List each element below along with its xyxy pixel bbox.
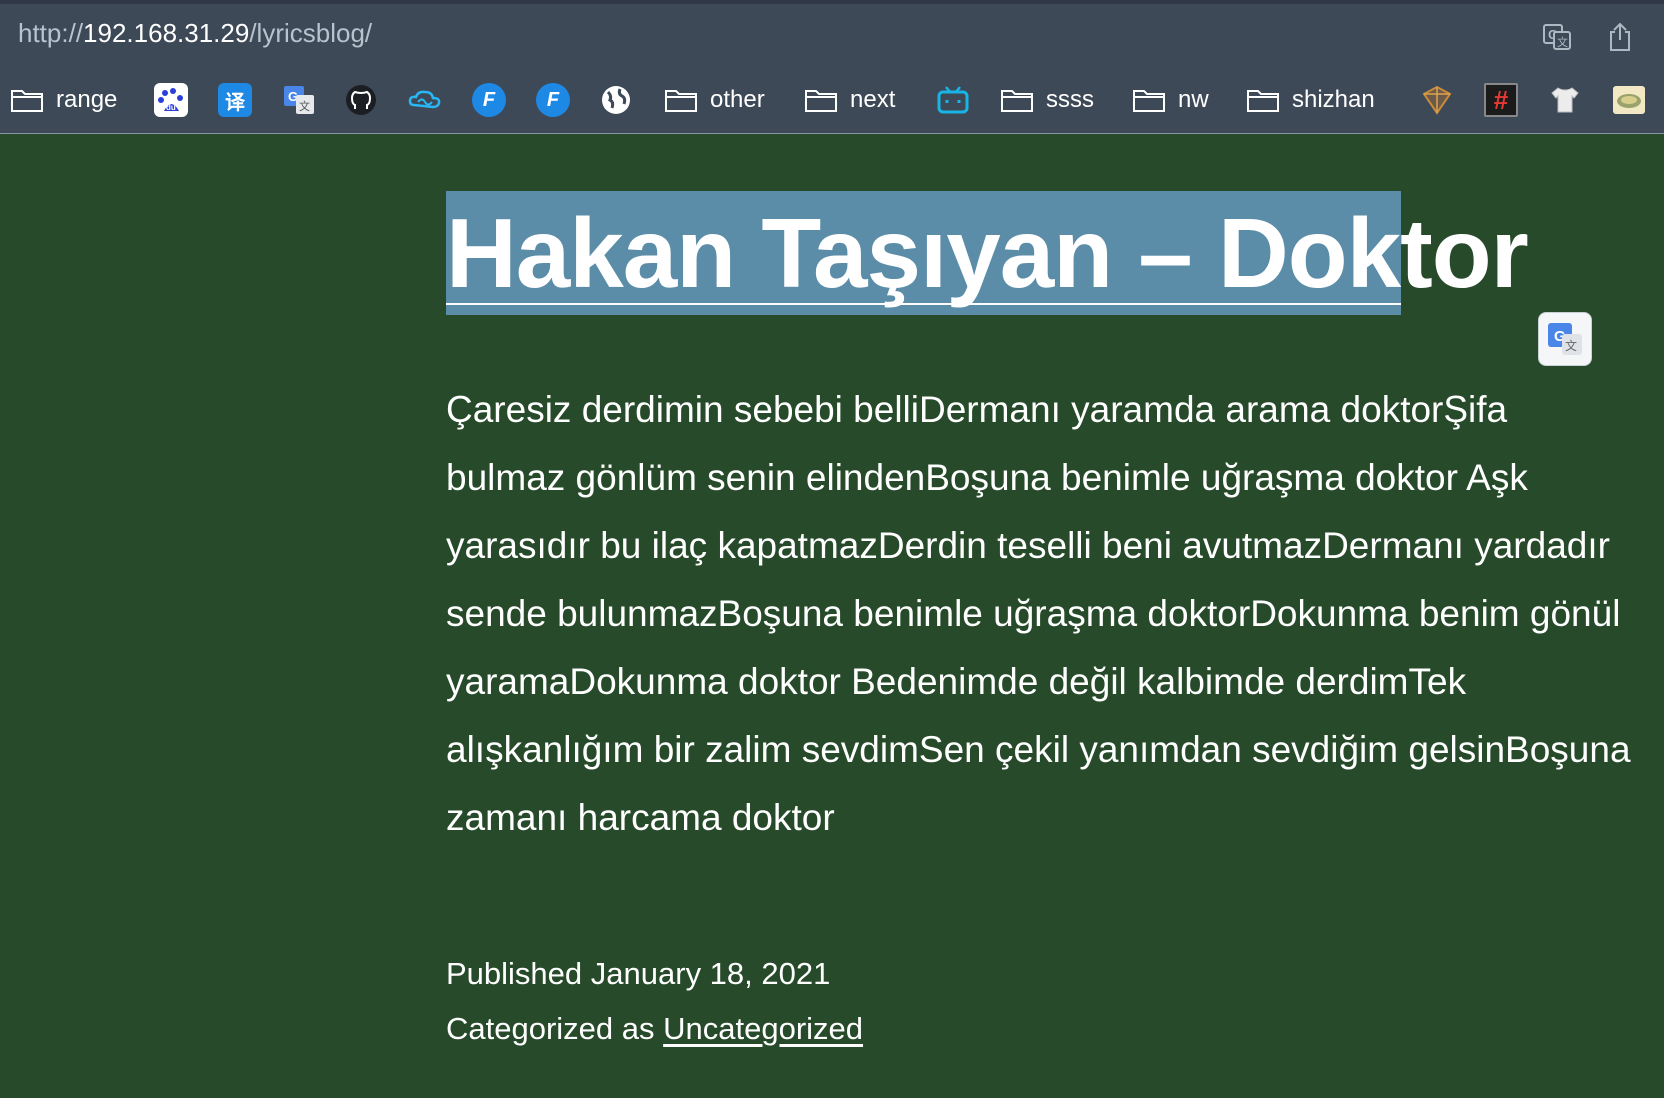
categorized-label: Categorized as [446, 1011, 655, 1046]
post-category: Categorized as Uncategorized [446, 1011, 863, 1047]
github-icon [346, 85, 376, 115]
shirt-icon [1551, 87, 1579, 113]
url-text[interactable]: http://192.168.31.29/lyricsblog/ [18, 18, 372, 49]
lyrics-text: Çaresiz derdimin sebebi belliDermanı yar… [446, 389, 1631, 838]
bookmark-label: ssss [1046, 86, 1094, 113]
image-thumb-icon [1613, 86, 1645, 114]
bookmark-hash[interactable]: # [1484, 80, 1518, 120]
svg-text:文: 文 [1565, 338, 1577, 353]
post-published: Published January 18, 2021 [446, 956, 830, 992]
url-host: 192.168.31.29 [83, 18, 250, 48]
bilibili-icon [937, 86, 969, 114]
bookmark-f-logo-2[interactable]: F [536, 80, 570, 120]
published-date: January 18, 2021 [590, 956, 831, 991]
bookmark-bilibili[interactable] [936, 80, 970, 120]
page-title[interactable]: Hakan Taşıyan – Doktor [446, 198, 1529, 308]
folder-icon [665, 90, 697, 112]
bookmark-label: nw [1178, 86, 1209, 113]
bookmark-cloud[interactable] [408, 80, 442, 120]
bookmark-folder-next[interactable]: next [804, 80, 895, 120]
bookmark-label: range [56, 86, 118, 113]
svg-text:文: 文 [299, 99, 310, 113]
f-logo-icon: F [472, 83, 506, 117]
bookmark-label: next [850, 86, 896, 113]
svg-text:du: du [166, 103, 176, 112]
folder-icon [1247, 90, 1279, 112]
bookmark-globe[interactable] [600, 80, 632, 120]
bookmark-baidu[interactable]: du [154, 80, 188, 120]
bookmark-label: shizhan [1292, 86, 1375, 113]
bookmark-folder-nw[interactable]: nw [1132, 80, 1209, 120]
translate-popup-button[interactable]: G 文 [1538, 312, 1592, 366]
cloud-icon [408, 90, 441, 109]
url-path: /lyricsblog/ [249, 18, 373, 48]
address-bar[interactable]: http://192.168.31.29/lyricsblog/ G 文 [0, 4, 1664, 66]
folder-icon [1133, 90, 1165, 112]
category-link[interactable]: Uncategorized [663, 1011, 863, 1046]
bookmark-translate-yi[interactable]: 译 [218, 80, 252, 120]
bookmark-label: other [710, 86, 765, 113]
translate-yi-icon: 译 [218, 83, 252, 117]
folder-icon [1001, 90, 1033, 112]
hash-icon: # [1484, 83, 1518, 117]
google-translate-icon: G 文 [1548, 323, 1582, 355]
bookmark-cube[interactable] [1420, 80, 1454, 120]
globe-icon [602, 86, 630, 114]
bookmark-folder-ssss[interactable]: ssss [1000, 80, 1094, 120]
svg-text:文: 文 [1557, 35, 1568, 49]
bookmark-shirt[interactable] [1548, 80, 1582, 120]
bookmark-image-thumb[interactable] [1612, 80, 1646, 120]
bookmark-f-logo[interactable]: F [472, 80, 506, 120]
bookmark-folder-shizhan[interactable]: shizhan [1246, 80, 1375, 120]
f-logo-icon-2: F [536, 83, 570, 117]
published-label: Published [446, 956, 583, 991]
share-icon[interactable] [1603, 20, 1637, 54]
browser-toolbar: http://192.168.31.29/lyricsblog/ G 文 ran… [0, 0, 1664, 134]
baidu-icon: du [154, 83, 188, 117]
title-link-underline [446, 303, 1401, 305]
folder-icon [805, 90, 837, 112]
bookmark-folder-range[interactable]: range [10, 80, 117, 120]
bookmark-folder-other[interactable]: other [664, 80, 765, 120]
folder-icon [11, 90, 43, 112]
google-translate-icon: G文 [284, 86, 314, 114]
bookmark-github[interactable] [344, 80, 378, 120]
cube-icon [1422, 85, 1452, 115]
translate-icon[interactable]: G 文 [1540, 20, 1574, 54]
bookmark-google-translate[interactable]: G文 [282, 80, 316, 120]
url-scheme: http:// [18, 18, 84, 48]
bookmarks-bar: range du 译 G文 F F other next ssss nw shi… [0, 80, 1664, 120]
